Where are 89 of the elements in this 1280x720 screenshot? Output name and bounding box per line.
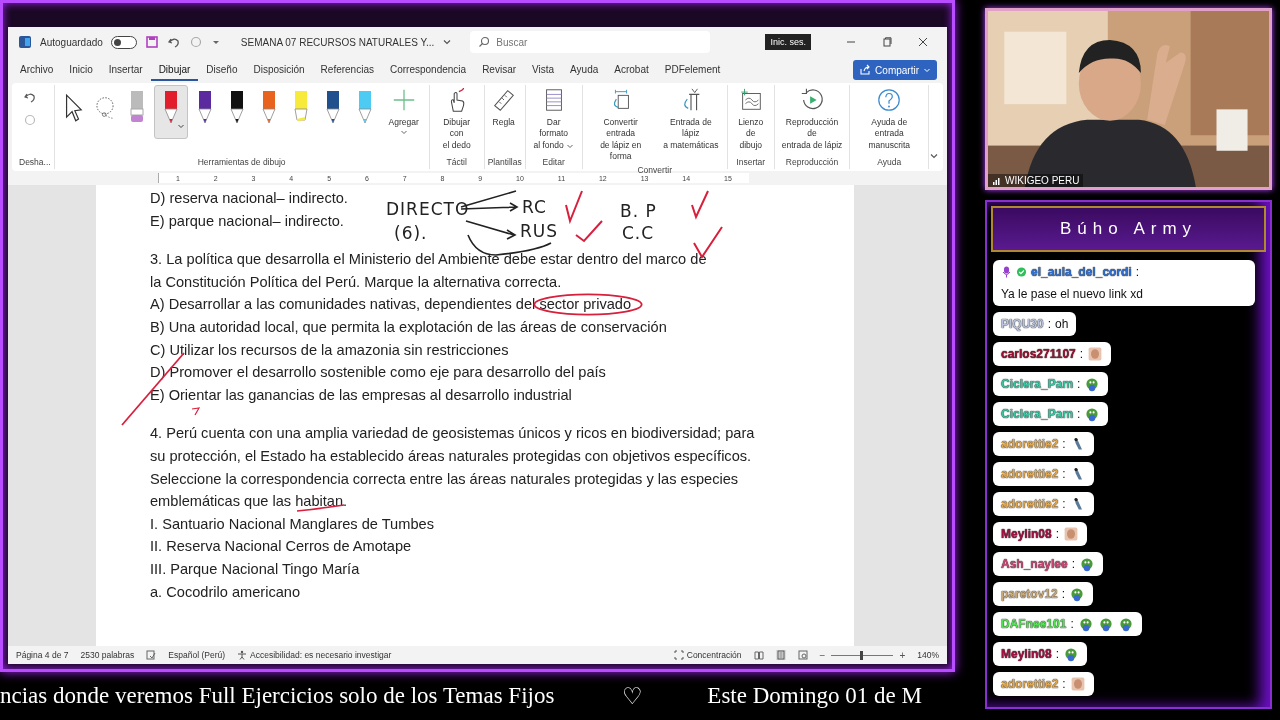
colon: : bbox=[1070, 616, 1074, 633]
ribbon-button[interactable]: Lienzo de dibujo bbox=[730, 85, 771, 154]
ribbon-tab[interactable]: Vista bbox=[524, 59, 563, 81]
chat-text: oh bbox=[1055, 316, 1069, 333]
ribbon-tab[interactable]: Acrobat bbox=[606, 59, 657, 81]
ribbon-tab[interactable]: PDFelement bbox=[656, 59, 729, 81]
document-text: D) reserva nacional– indirecto. bbox=[150, 189, 348, 208]
colon: : bbox=[1061, 586, 1066, 603]
chat-text: Ya le pase el nuevo link xd bbox=[1001, 286, 1143, 303]
document-text: D) Promover el desarrollo sostenible como eje para desarrollo del país bbox=[150, 363, 606, 383]
document-text: E) Orientar las ganancias de las empresas al desarrollo industrial bbox=[150, 385, 572, 405]
chat-username[interactable]: Meylin08 bbox=[1001, 645, 1052, 663]
share-button[interactable]: Compartir bbox=[853, 60, 937, 80]
ribbon-button[interactable]: Regla bbox=[487, 85, 520, 131]
zoom-out-button[interactable]: − bbox=[819, 649, 826, 661]
document-text: B) Una autoridad local, que permita la explotación de las áreas de conservación bbox=[150, 317, 667, 337]
document-text: A) Desarrollar a las comunidades nativas, dependientes del sector privado bbox=[150, 293, 632, 316]
ribbon-tab[interactable]: Disposición bbox=[245, 59, 313, 81]
colon: : bbox=[1071, 556, 1076, 573]
sign-in-button[interactable]: Inic. ses. bbox=[765, 34, 811, 50]
document-text: E) parque nacional– indirecto. bbox=[150, 211, 344, 231]
chat-username[interactable]: Meylin08 bbox=[1001, 525, 1052, 543]
document-text: 4. Perú cuenta con una amplia variedad de geosistemas únicos y ricos en biodiversidad; para su protección, el Estado ha establecido áreas naturales protegidas con objetivos específicos. Seleccione la correspondencia correcta entre las áreas naturales protegidas y las especies emblemáticas que las habitan. bbox=[150, 422, 755, 513]
search-field[interactable]: Buscar bbox=[470, 31, 711, 53]
colon: : bbox=[1047, 316, 1052, 333]
zoom-level[interactable]: 140% bbox=[917, 650, 939, 660]
ribbon-tab[interactable]: Correspondencia bbox=[381, 59, 475, 81]
group-label: Convertir bbox=[637, 164, 672, 176]
handwritten-note: (6). bbox=[394, 223, 428, 243]
group-label: Desha... bbox=[19, 157, 51, 169]
ribbon-tab[interactable]: Diseño bbox=[198, 59, 246, 81]
colon: : bbox=[1055, 526, 1060, 543]
handwritten-note: RC bbox=[522, 197, 547, 217]
chat-username[interactable]: el_aula_del_cordi bbox=[1031, 263, 1132, 281]
chat-header: Búho Army bbox=[991, 206, 1266, 252]
document-text: a. Cocodrilo americano bbox=[150, 582, 301, 602]
chat-username[interactable]: Ash_naylee bbox=[1001, 555, 1068, 573]
group-label: Herramientas de dibujo bbox=[197, 157, 286, 169]
focus-button[interactable]: Concentración bbox=[673, 650, 742, 660]
group-label: Editar bbox=[542, 157, 565, 169]
colon: : bbox=[1077, 376, 1081, 393]
ribbon-tab[interactable]: Revisar bbox=[474, 59, 525, 81]
ribbon-button[interactable]: Dar formato al fondo bbox=[528, 85, 579, 154]
ribbon-button[interactable]: Ayuda de entrada manuscrita bbox=[853, 85, 925, 154]
ribbon-button[interactable]: Dibujar con el dedo bbox=[432, 85, 481, 154]
chat-username[interactable]: carlos271107 bbox=[1001, 345, 1076, 363]
colon: : bbox=[1062, 676, 1066, 693]
ticker-text: ♡ bbox=[622, 682, 644, 710]
ticker-text: Este Domingo 01 de M bbox=[707, 683, 922, 709]
document-text: I. Santuario Nacional Manglares de Tumbes bbox=[150, 514, 434, 534]
document-text: 3. La política que desarrolla el Ministerio del Ambiente debe estar dentro del marco de la Constitución Política del Perú. Marque la alternativa correcta. bbox=[150, 250, 707, 292]
autosave-label: Autoguardado bbox=[40, 36, 103, 48]
colon: : bbox=[1055, 646, 1060, 663]
ribbon-tab[interactable]: Referencias bbox=[312, 59, 382, 81]
document-title[interactable]: SEMANA 07 RECURSOS NATURALES Y... bbox=[240, 36, 435, 48]
ribbon-tab[interactable]: Dibujar bbox=[150, 59, 199, 81]
ribbon-tab[interactable]: Ayuda bbox=[562, 59, 607, 81]
group-label: Insertar bbox=[736, 157, 766, 169]
ribbon-tab[interactable]: Insertar bbox=[100, 59, 151, 81]
ribbon-tab[interactable]: Inicio bbox=[61, 59, 101, 81]
ribbon-tab[interactable]: Archivo bbox=[12, 59, 62, 81]
camera-label: WIKIGEO PERU bbox=[1005, 175, 1080, 186]
colon: : bbox=[1135, 264, 1140, 281]
group-label: Táctil bbox=[446, 157, 467, 169]
word-count[interactable]: 2530 palabras bbox=[80, 650, 135, 660]
group-label: Ayuda bbox=[877, 157, 902, 169]
page-count[interactable]: Página 4 de 7 bbox=[16, 650, 69, 660]
colon: : bbox=[1062, 496, 1066, 513]
handwritten-note: B. P bbox=[620, 201, 657, 221]
document-text: II. Reserva Nacional Cerros de Amotape bbox=[150, 537, 412, 557]
ribbon-button[interactable]: Reproducción de entrada de lápiz bbox=[777, 85, 847, 154]
colon: : bbox=[1062, 436, 1066, 453]
accessibility-status[interactable]: Accesibilidad: es necesario investigar bbox=[237, 650, 392, 660]
language-status[interactable]: Español (Perú) bbox=[168, 650, 226, 660]
colon: : bbox=[1077, 406, 1081, 423]
group-label: Reproducción bbox=[785, 157, 839, 169]
ribbon-button[interactable]: Entrada de lápiz a matemáticas bbox=[657, 85, 724, 154]
ribbon-button[interactable]: Convertir entrada de lápiz en forma bbox=[585, 85, 656, 165]
handwritten-note: DIRECTO bbox=[386, 199, 470, 219]
zoom-in-button[interactable]: + bbox=[899, 649, 906, 661]
colon: : bbox=[1062, 466, 1066, 483]
document-text: C) Utilizar los recursos de la amazonia sin restricciones bbox=[150, 340, 509, 360]
handwritten-note: C.C bbox=[622, 223, 655, 243]
colon: : bbox=[1079, 346, 1084, 363]
document-text: III. Parque Nacional Tingo María bbox=[150, 559, 360, 579]
add-pen-button[interactable]: Agregar bbox=[381, 85, 426, 139]
ticker-text: ncias donde veremos Full Ejercicios solo de los Temas Fijos bbox=[0, 683, 555, 709]
handwritten-note: RUS bbox=[520, 221, 559, 241]
group-label: Plantillas bbox=[487, 157, 522, 169]
